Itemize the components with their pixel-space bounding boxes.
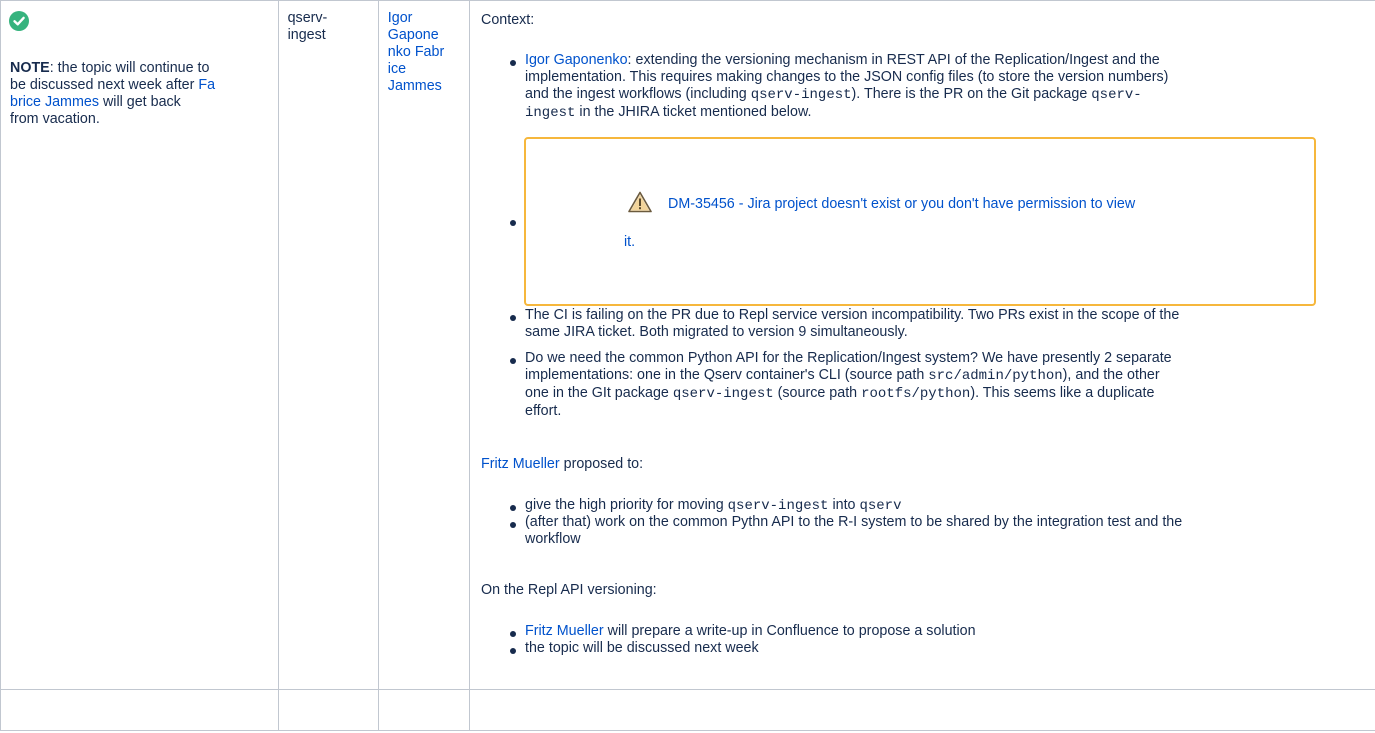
note-text: : the topic will continue to bbox=[49, 60, 210, 76]
who-links: Igor Gapone nko Fabr ice Jammes bbox=[388, 10, 460, 95]
warning-icon bbox=[628, 191, 652, 213]
bullet bbox=[510, 505, 516, 511]
note-text: be discussed next week after bbox=[10, 77, 199, 93]
jira-issue-macro bbox=[524, 137, 1316, 306]
user-link-fabrice-jammes[interactable]: ice Jammes bbox=[388, 61, 442, 94]
note-label: NOTE bbox=[10, 60, 50, 76]
bullet bbox=[510, 631, 516, 637]
bullet bbox=[510, 60, 516, 66]
bullet bbox=[510, 315, 516, 321]
list-item: Do we need the common Python API for the… bbox=[525, 350, 1172, 419]
bullet bbox=[510, 220, 516, 226]
topic-cell: qserv-ingest bbox=[277, 0, 379, 690]
list-item: (after that) work on the common Pythn AP… bbox=[525, 514, 1183, 547]
list-item: Fritz Mueller will prepare a write-up in… bbox=[525, 623, 976, 639]
topic-text: qserv-ingest bbox=[287, 10, 328, 43]
bullet bbox=[510, 648, 516, 654]
empty-cell bbox=[377, 689, 470, 731]
who-cell: Igor Gapone nko Fabr ice Jammes bbox=[377, 0, 470, 690]
list-item: The CI is failing on the PR due to Repl … bbox=[525, 307, 1180, 340]
status-cell: NOTE: the topic will continue to be disc… bbox=[0, 0, 279, 690]
jira-issue-line: DM-35456 - Jira project doesn't exist or… bbox=[668, 196, 1135, 213]
status-note: NOTE: the topic will continue to be disc… bbox=[10, 60, 272, 128]
list-item: the topic will be discussed next week bbox=[525, 640, 759, 656]
versioning-heading: On the Repl API versioning: bbox=[481, 582, 657, 598]
bullet bbox=[510, 358, 516, 364]
note-text: from vacation. bbox=[10, 111, 100, 127]
empty-cell bbox=[277, 689, 379, 731]
list-item: give the high priority for moving qserv-… bbox=[525, 497, 902, 514]
check-circle-icon bbox=[9, 11, 29, 31]
user-link-igor-gaponenko[interactable]: Igor Gapone nko Fabr bbox=[388, 10, 444, 60]
context-label: Context: bbox=[481, 12, 535, 28]
empty-cell bbox=[0, 689, 279, 731]
note-text: will get back bbox=[98, 94, 181, 110]
empty-cell bbox=[468, 689, 1375, 731]
jira-message: - Jira project doesn't exist or you don'… bbox=[734, 196, 1136, 212]
list-item: Igor Gaponenko: extending the versioning… bbox=[525, 52, 1169, 121]
user-link-igor-gaponenko[interactable]: Igor Gaponenko bbox=[525, 52, 628, 68]
user-link-fritz-mueller[interactable]: Fritz Mueller bbox=[481, 456, 560, 472]
jira-message-end: it. bbox=[624, 234, 636, 250]
table-row bbox=[0, 689, 1375, 731]
user-link-fritz-mueller[interactable]: Fritz Mueller bbox=[525, 623, 604, 639]
proposal-heading: Fritz Mueller proposed to: bbox=[481, 456, 644, 472]
jira-issue-link[interactable]: DM-35456 bbox=[668, 196, 735, 212]
bullet bbox=[510, 522, 516, 528]
